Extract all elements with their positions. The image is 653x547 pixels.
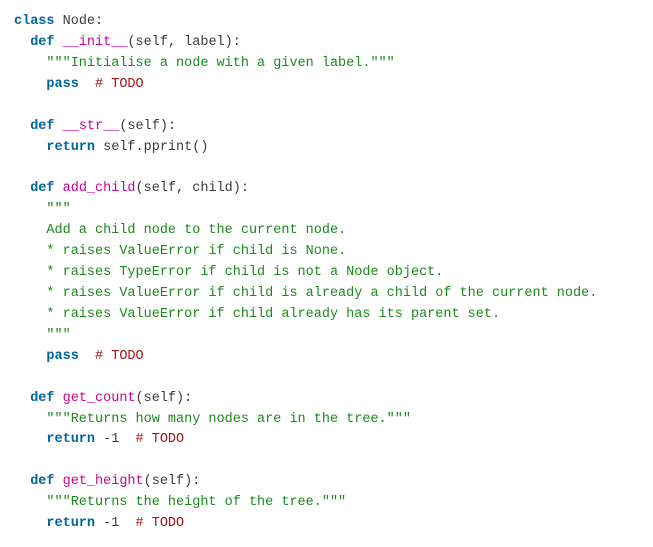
todo-comment: # TODO (136, 432, 185, 447)
method-str: __str__ (63, 119, 120, 134)
return-keyword: return (46, 516, 95, 531)
return-expr: -1 (103, 432, 119, 447)
params: (self): (136, 391, 193, 406)
def-keyword: def (30, 35, 54, 50)
docstring-close: """ (46, 328, 70, 343)
pass-keyword: pass (46, 349, 78, 364)
class-keyword: class (14, 14, 55, 29)
todo-comment: # TODO (136, 516, 185, 531)
docstring: """Initialise a node with a given label.… (46, 56, 394, 71)
return-expr: -1 (103, 516, 119, 531)
docstring-line: Add a child node to the current node. (46, 223, 346, 238)
def-keyword: def (30, 474, 54, 489)
return-keyword: return (46, 432, 95, 447)
todo-comment: # TODO (95, 77, 144, 92)
docstring-line: * raises ValueError if child is already … (46, 286, 597, 301)
docstring-line: * raises ValueError if child already has… (46, 307, 500, 322)
method-get-count: get_count (63, 391, 136, 406)
def-keyword: def (30, 119, 54, 134)
docstring: """Returns the height of the tree.""" (46, 495, 346, 510)
def-keyword: def (30, 181, 54, 196)
docstring-open: """ (46, 202, 70, 217)
params: (self, child): (136, 181, 249, 196)
params: (self): (144, 474, 201, 489)
todo-comment: # TODO (95, 349, 144, 364)
class-name: Node (63, 14, 95, 29)
method-init: __init__ (63, 35, 128, 50)
docstring-line: * raises ValueError if child is None. (46, 244, 346, 259)
return-expr: self.pprint() (103, 140, 208, 155)
docstring-line: * raises TypeError if child is not a Nod… (46, 265, 443, 280)
docstring: """Returns how many nodes are in the tre… (46, 412, 411, 427)
pass-keyword: pass (46, 77, 78, 92)
params: (self, label): (127, 35, 240, 50)
method-add-child: add_child (63, 181, 136, 196)
code-block: class Node: def __init__(self, label): "… (0, 0, 653, 547)
return-keyword: return (46, 140, 95, 155)
def-keyword: def (30, 391, 54, 406)
colon: : (95, 14, 103, 29)
method-get-height: get_height (63, 474, 144, 489)
params: (self): (119, 119, 176, 134)
